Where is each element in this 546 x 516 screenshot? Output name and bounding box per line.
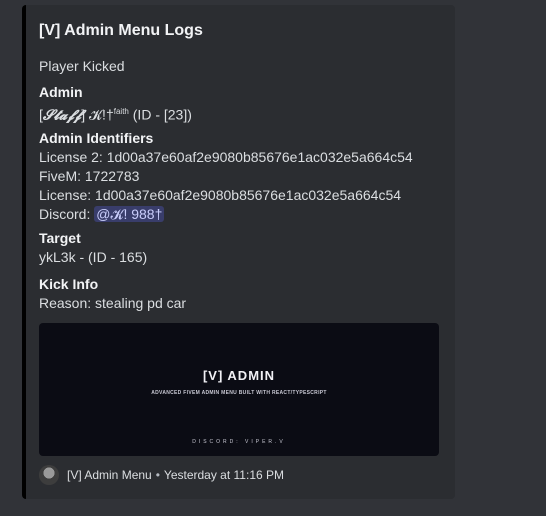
admin-dagger: † — [105, 106, 114, 123]
embed-description: Player Kicked — [39, 58, 125, 74]
identifier-license2: License 2: 1d00a37e60af2e9080b85676e1ac0… — [39, 149, 413, 165]
embed-banner-image[interactable]: [V] ADMIN ADVANCED FIVEM ADMIN MENU BUIL… — [39, 323, 439, 456]
admin-name: ] 𝓚! — [81, 106, 106, 123]
banner-title: [V] ADMIN — [202, 368, 276, 383]
discord-label: Discord: — [39, 206, 95, 222]
identifier-discord: Discord: @𝓚! 988† — [39, 205, 444, 224]
field-identifiers-value: License 2: 1d00a37e60af2e9080b85676e1ac0… — [39, 148, 444, 224]
admin-id: (ID - [23]) — [128, 106, 192, 123]
field-identifiers: Admin Identifiers License 2: 1d00a37e60a… — [39, 129, 444, 224]
field-target-value: ykL3k - (ID - 165) — [39, 249, 148, 265]
footer-separator: • — [155, 468, 160, 482]
admin-role: 𝓢𝓽𝓪𝓯𝓯 — [42, 107, 82, 124]
banner-discord: DISCORD: VIPER.V — [192, 439, 286, 445]
embed-card: [V] Admin Menu Logs Player Kicked Admin … — [22, 5, 455, 499]
field-admin-value: [𝓢𝓽𝓪𝓯𝓯] 𝓚!†faith (ID - [23]) — [39, 102, 444, 126]
field-kick-info-value: Reason: stealing pd car — [39, 295, 187, 311]
footer-timestamp: Yesterday at 11:16 PM — [163, 468, 284, 482]
field-target-name: Target — [39, 230, 81, 246]
discord-user-mention[interactable]: @𝓚! 988† — [94, 206, 165, 222]
field-kick-info: Kick Info Reason: stealing pd car — [39, 275, 444, 313]
identifier-fivem: FiveM: 1722783 — [39, 168, 140, 184]
embed-title: [V] Admin Menu Logs — [39, 22, 203, 39]
banner-subtitle: ADVANCED FIVEM ADMIN MENU BUILT WITH REA… — [151, 390, 327, 396]
admin-sup: faith — [113, 107, 129, 116]
field-admin: Admin [𝓢𝓽𝓪𝓯𝓯] 𝓚!†faith (ID - [23]) — [39, 83, 444, 126]
field-identifiers-name: Admin Identifiers — [39, 130, 154, 146]
footer-avatar — [39, 465, 59, 485]
identifier-license: License: 1d00a37e60af2e9080b85676e1ac032… — [39, 187, 402, 203]
embed-footer: [V] Admin Menu • Yesterday at 11:16 PM — [39, 465, 284, 485]
field-kick-info-name: Kick Info — [39, 276, 99, 292]
footer-author: [V] Admin Menu — [67, 468, 152, 482]
field-admin-name: Admin — [39, 84, 83, 100]
field-target: Target ykL3k - (ID - 165) — [39, 229, 444, 267]
